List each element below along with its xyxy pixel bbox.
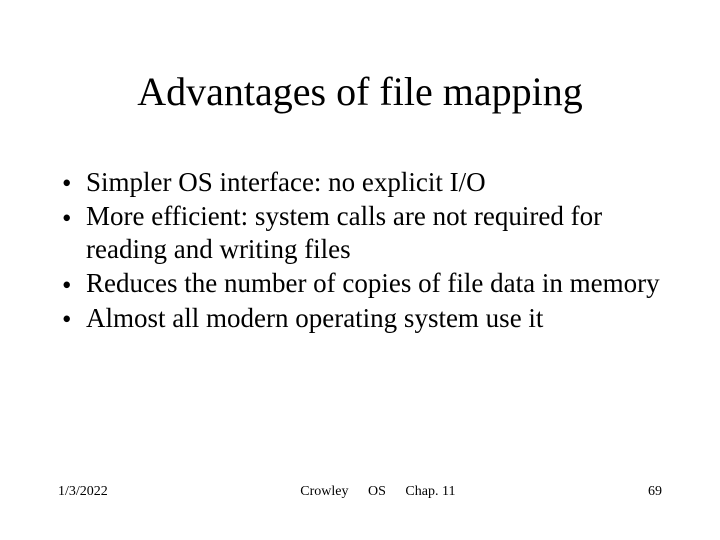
- footer-author: Crowley: [300, 484, 348, 499]
- footer-page-number: 69: [648, 484, 662, 500]
- bullet-dot-icon: •: [62, 269, 71, 301]
- bullet-item: • Almost all modern operating system use…: [58, 302, 672, 334]
- bullet-item: • More efficient: system calls are not r…: [58, 200, 672, 265]
- footer-chapter: Chap. 11: [405, 484, 455, 499]
- footer-course: OS: [368, 484, 386, 499]
- footer-center: Crowley OS Chap. 11: [108, 484, 648, 500]
- bullet-text: Simpler OS interface: no explicit I/O: [86, 167, 486, 197]
- bullet-dot-icon: •: [62, 167, 71, 199]
- slide: Advantages of file mapping • Simpler OS …: [0, 0, 720, 540]
- footer-date: 1/3/2022: [58, 484, 108, 500]
- bullet-item: • Simpler OS interface: no explicit I/O: [58, 166, 672, 198]
- bullet-text: Almost all modern operating system use i…: [86, 303, 543, 333]
- bullet-text: Reduces the number of copies of file dat…: [86, 268, 660, 298]
- slide-body: • Simpler OS interface: no explicit I/O …: [58, 166, 672, 336]
- bullet-text: More efficient: system calls are not req…: [86, 201, 602, 263]
- bullet-item: • Reduces the number of copies of file d…: [58, 267, 672, 299]
- slide-title: Advantages of file mapping: [0, 68, 720, 115]
- slide-footer: 1/3/2022 Crowley OS Chap. 11 69: [58, 484, 662, 500]
- bullet-dot-icon: •: [62, 303, 71, 335]
- bullet-dot-icon: •: [62, 202, 71, 234]
